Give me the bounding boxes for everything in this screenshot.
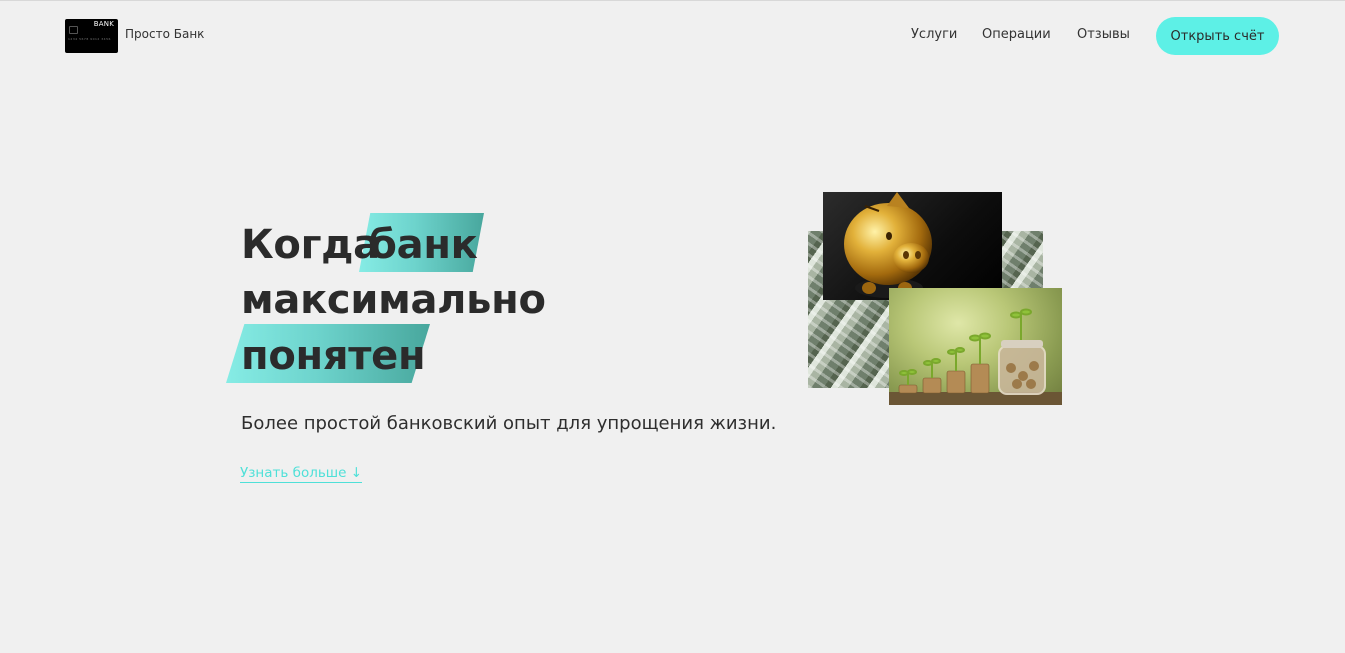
coins-with-sprouts-image [889, 288, 1062, 405]
logo-card-number: 1234 5678 9012 3456 [68, 37, 111, 41]
brand-name[interactable]: Просто Банк [125, 27, 204, 41]
top-border [0, 0, 1345, 1]
learn-more-link[interactable]: Узнать больше ↓ [240, 465, 363, 483]
logo-card-text: BANK [93, 20, 114, 28]
nav-link-services[interactable]: Услуги [911, 27, 957, 42]
hero-subtitle: Более простой банковский опыт для упроще… [241, 413, 777, 434]
hero-title-word-3: максимально [241, 277, 546, 323]
open-account-button[interactable]: Открыть счёт [1156, 17, 1279, 55]
card-chip-icon [69, 26, 78, 34]
nav-link-reviews[interactable]: Отзывы [1077, 27, 1130, 42]
coin-stacks-icon [889, 308, 1062, 405]
logo-card-icon[interactable]: BANK 1234 5678 9012 3456 [65, 19, 118, 53]
piggy-bank-icon [844, 192, 932, 298]
hero-title-word-2: банк [369, 222, 478, 268]
hero-title-word-1: Когда [241, 222, 380, 268]
piggy-bank-image [823, 192, 1002, 300]
nav-link-operations[interactable]: Операции [982, 27, 1051, 42]
hero-title-word-4: понятен [241, 333, 426, 379]
